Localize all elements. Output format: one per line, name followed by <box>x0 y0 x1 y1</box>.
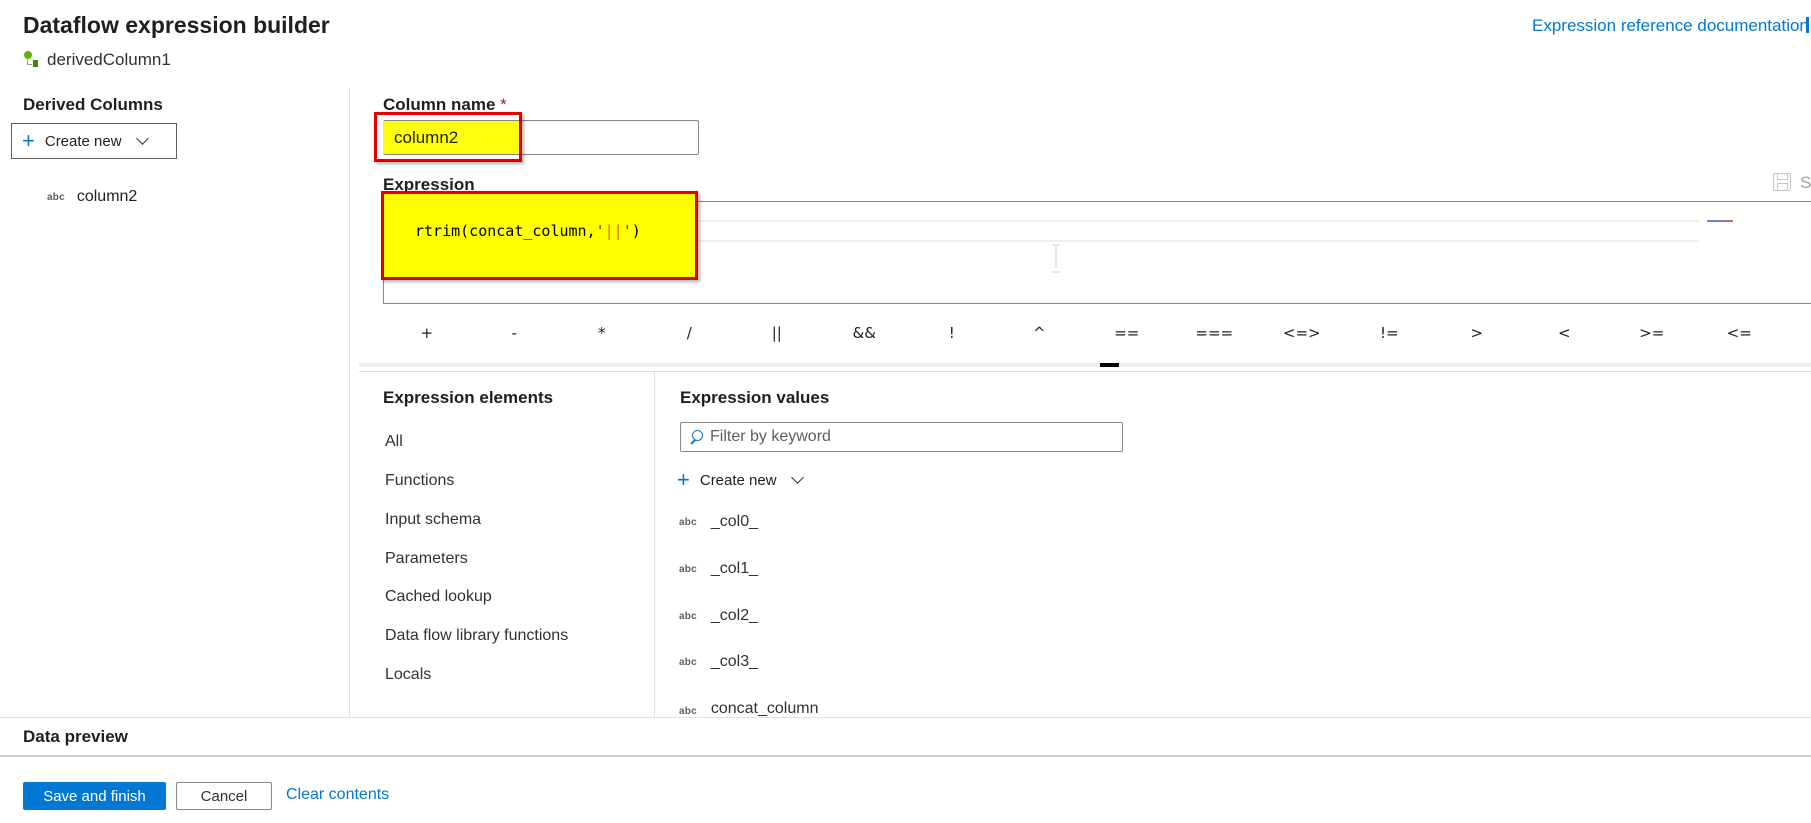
operator-equals[interactable]: == <box>1083 318 1171 348</box>
operator-scrollbar-thumb[interactable] <box>1100 363 1119 367</box>
operator-bracket[interactable]: [ <box>1783 318 1811 348</box>
operator-greater[interactable]: > <box>1433 318 1521 348</box>
value-item[interactable]: abc _col0_ <box>679 513 758 531</box>
divider <box>0 755 1811 757</box>
editor-minimap[interactable] <box>1707 220 1733 222</box>
expression-elements-heading: Expression elements <box>383 388 554 407</box>
operator-strict-equals[interactable]: === <box>1171 318 1259 348</box>
operator-scrollbar[interactable] <box>359 363 1811 367</box>
operator-not-equals[interactable]: != <box>1346 318 1434 348</box>
save-and-finish-button[interactable]: Save and finish <box>23 782 166 810</box>
divider <box>359 371 1811 372</box>
string-type-icon: abc <box>679 656 697 668</box>
expression-values-heading: Expression values <box>680 388 830 407</box>
plus-icon: + <box>22 128 35 153</box>
string-type-icon: abc <box>47 191 65 203</box>
element-data-flow-library-functions[interactable]: Data flow library functions <box>385 627 568 645</box>
value-item[interactable]: abc _col2_ <box>679 607 758 625</box>
operator-multiply[interactable]: * <box>558 318 646 348</box>
operator-not[interactable]: ! <box>908 318 996 348</box>
operator-xor[interactable]: ^ <box>996 318 1084 348</box>
clear-contents-link[interactable]: Clear contents <box>286 786 389 804</box>
string-type-icon: abc <box>679 706 697 717</box>
text-cursor-icon <box>1052 244 1060 273</box>
element-input-schema[interactable]: Input schema <box>385 511 481 529</box>
create-new-label: Create new <box>699 471 777 489</box>
value-name: concat_column <box>710 700 819 717</box>
chevron-down-icon <box>790 471 804 484</box>
panel-divider <box>654 371 655 718</box>
save-icon[interactable] <box>1773 173 1791 191</box>
filter-box[interactable] <box>680 422 1123 452</box>
string-type-icon: abc <box>679 563 697 575</box>
page-title: Dataflow expression builder <box>23 12 330 38</box>
value-name: _col3_ <box>710 653 758 670</box>
divider <box>0 717 1811 718</box>
derived-column-item[interactable]: abc column2 <box>47 188 137 206</box>
element-functions[interactable]: Functions <box>385 472 454 490</box>
derived-column-icon <box>23 51 41 69</box>
annotation-box <box>381 191 698 280</box>
element-locals[interactable]: Locals <box>385 666 431 684</box>
operator-plus[interactable]: + <box>383 318 471 348</box>
chevron-down-icon <box>135 132 149 145</box>
create-new-label: Create new <box>44 132 122 150</box>
expression-reference-link[interactable]: Expression reference documentation <box>1532 16 1809 36</box>
operator-less[interactable]: < <box>1521 318 1609 348</box>
operator-and[interactable]: && <box>821 318 909 348</box>
value-name: _col2_ <box>710 607 758 624</box>
save-expression-label[interactable]: S <box>1800 173 1811 193</box>
create-new-column-button[interactable]: + Create new <box>11 123 177 159</box>
annotation-box <box>374 112 522 162</box>
value-item[interactable]: abc concat_column <box>679 700 818 717</box>
string-type-icon: abc <box>679 610 697 622</box>
external-link-icon[interactable] <box>1806 17 1809 33</box>
cancel-button[interactable]: Cancel <box>176 782 272 810</box>
value-item[interactable]: abc _col3_ <box>679 653 758 671</box>
operator-null-safe-equals[interactable]: <=> <box>1258 318 1346 348</box>
value-name: _col0_ <box>710 513 758 530</box>
search-icon <box>689 430 703 444</box>
derived-columns-heading: Derived Columns <box>23 95 163 114</box>
string-type-icon: abc <box>679 516 697 528</box>
element-all[interactable]: All <box>385 433 403 451</box>
value-name: _col1_ <box>710 560 758 577</box>
panel-divider <box>349 88 350 718</box>
operator-less-equal[interactable]: <= <box>1696 318 1784 348</box>
transform-name-label: derivedColumn1 <box>47 50 171 69</box>
filter-input[interactable] <box>710 428 1110 446</box>
operator-divide[interactable]: / <box>646 318 734 348</box>
operator-toolbar: + - * / || && ! ^ == === <=> != > < >= <… <box>383 318 1811 348</box>
transform-name: derivedColumn1 <box>23 50 171 70</box>
operator-minus[interactable]: - <box>471 318 559 348</box>
operator-greater-equal[interactable]: >= <box>1608 318 1696 348</box>
element-parameters[interactable]: Parameters <box>385 550 468 568</box>
value-item[interactable]: abc _col1_ <box>679 560 758 578</box>
derived-column-name: column2 <box>76 188 138 205</box>
operator-or[interactable]: || <box>733 318 821 348</box>
data-preview-toggle[interactable]: Data preview <box>23 727 128 747</box>
element-cached-lookup[interactable]: Cached lookup <box>385 588 492 606</box>
plus-icon: + <box>677 467 690 492</box>
create-new-value-button[interactable]: + Create new <box>677 467 804 492</box>
